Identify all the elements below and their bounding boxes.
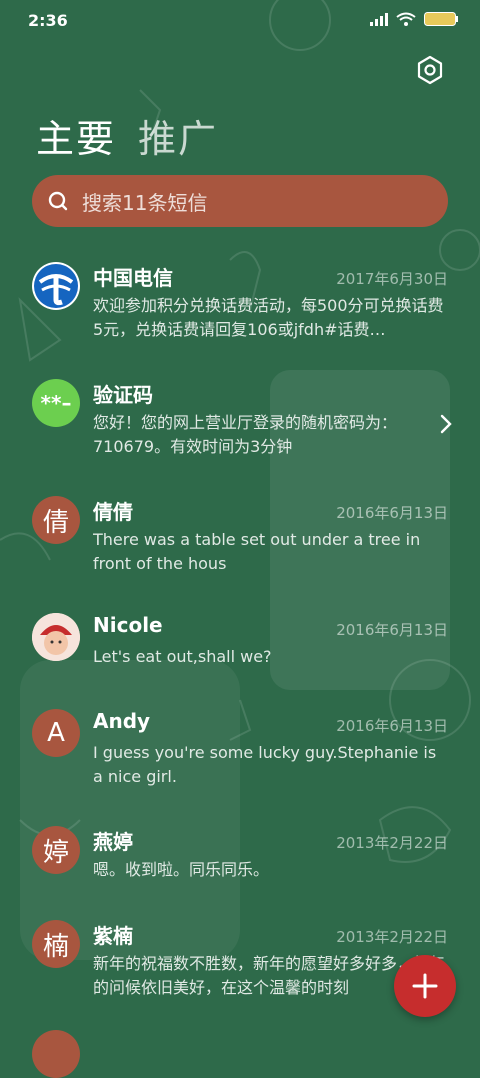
status-bar: 2:36 bbox=[0, 0, 480, 40]
sender-name: 紫楠 bbox=[93, 924, 133, 948]
tab-bar: 主要 推广 bbox=[36, 108, 218, 163]
message-preview: 您好！您的网上营业厅登录的随机密码为：710679。有效时间为3分钟 bbox=[93, 413, 398, 456]
message-date: 2016年6月13日 bbox=[336, 621, 448, 639]
avatar: 倩 bbox=[32, 496, 80, 544]
search-icon bbox=[48, 191, 68, 211]
conversation-item[interactable]: **– 验证码 您好！您的网上营业厅登录的随机密码为：710679。有效时间为3… bbox=[0, 365, 480, 475]
message-date: 2016年6月13日 bbox=[336, 504, 448, 522]
chevron-right-icon[interactable] bbox=[438, 412, 454, 436]
new-message-button[interactable] bbox=[394, 955, 456, 1017]
avatar: 婷 bbox=[32, 826, 80, 874]
signal-icon bbox=[370, 13, 388, 26]
avatar: **– bbox=[32, 379, 80, 427]
message-date: 2016年6月13日 bbox=[336, 717, 448, 735]
sender-name: Nicole bbox=[93, 613, 163, 637]
plus-icon bbox=[412, 973, 438, 999]
message-preview: 欢迎参加积分兑换话费活动，每500分可兑换话费5元，兑换话费请回复106或jfd… bbox=[93, 296, 444, 339]
avatar bbox=[32, 1030, 80, 1078]
avatar: 楠 bbox=[32, 920, 80, 968]
message-date: 2013年2月22日 bbox=[336, 834, 448, 852]
message-preview: I guess you're some lucky guy.Stephanie … bbox=[93, 743, 437, 786]
avatar: A bbox=[32, 709, 80, 757]
tab-primary[interactable]: 主要 bbox=[36, 108, 116, 163]
telecom-logo-icon bbox=[34, 264, 78, 308]
conversation-item[interactable]: 倩 倩倩 2016年6月13日 There was a table set ou… bbox=[0, 482, 480, 592]
conversation-item[interactable]: A Andy 2016年6月13日 I guess you're some lu… bbox=[0, 695, 480, 805]
message-preview: 新年的祝福数不胜数，新年的愿望好多好多，新年的问候依旧美好，在这个温馨的时刻 bbox=[93, 954, 445, 997]
gear-icon[interactable] bbox=[414, 54, 446, 86]
message-preview: 嗯。收到啦。同乐同乐。 bbox=[93, 860, 270, 879]
tab-promotions[interactable]: 推广 bbox=[138, 108, 218, 163]
sender-name: 中国电信 bbox=[93, 266, 173, 290]
message-preview: Let's eat out,shall we? bbox=[93, 647, 272, 666]
status-time: 2:36 bbox=[28, 11, 68, 30]
message-date: 2013年2月22日 bbox=[336, 928, 448, 946]
photo-avatar bbox=[32, 613, 80, 661]
sender-name: 倩倩 bbox=[93, 500, 133, 524]
search-bar[interactable]: 搜索11条短信 bbox=[32, 175, 448, 227]
conversation-item[interactable]: 中国电信 2017年6月30日 欢迎参加积分兑换话费活动，每500分可兑换话费5… bbox=[0, 248, 480, 358]
search-placeholder: 搜索11条短信 bbox=[82, 190, 208, 215]
sender-name: 验证码 bbox=[93, 383, 153, 407]
sender-name: 燕婷 bbox=[93, 830, 133, 854]
message-date: 2017年6月30日 bbox=[336, 270, 448, 288]
telecom-logo-avatar bbox=[32, 262, 80, 310]
conversation-item[interactable]: Nicole 2016年6月13日 Let's eat out,shall we… bbox=[0, 599, 480, 709]
message-preview: There was a table set out under a tree i… bbox=[93, 530, 421, 573]
photo-avatar-icon bbox=[32, 613, 80, 661]
battery-icon bbox=[424, 12, 458, 26]
wifi-icon bbox=[396, 12, 416, 26]
sender-name: Andy bbox=[93, 709, 151, 733]
